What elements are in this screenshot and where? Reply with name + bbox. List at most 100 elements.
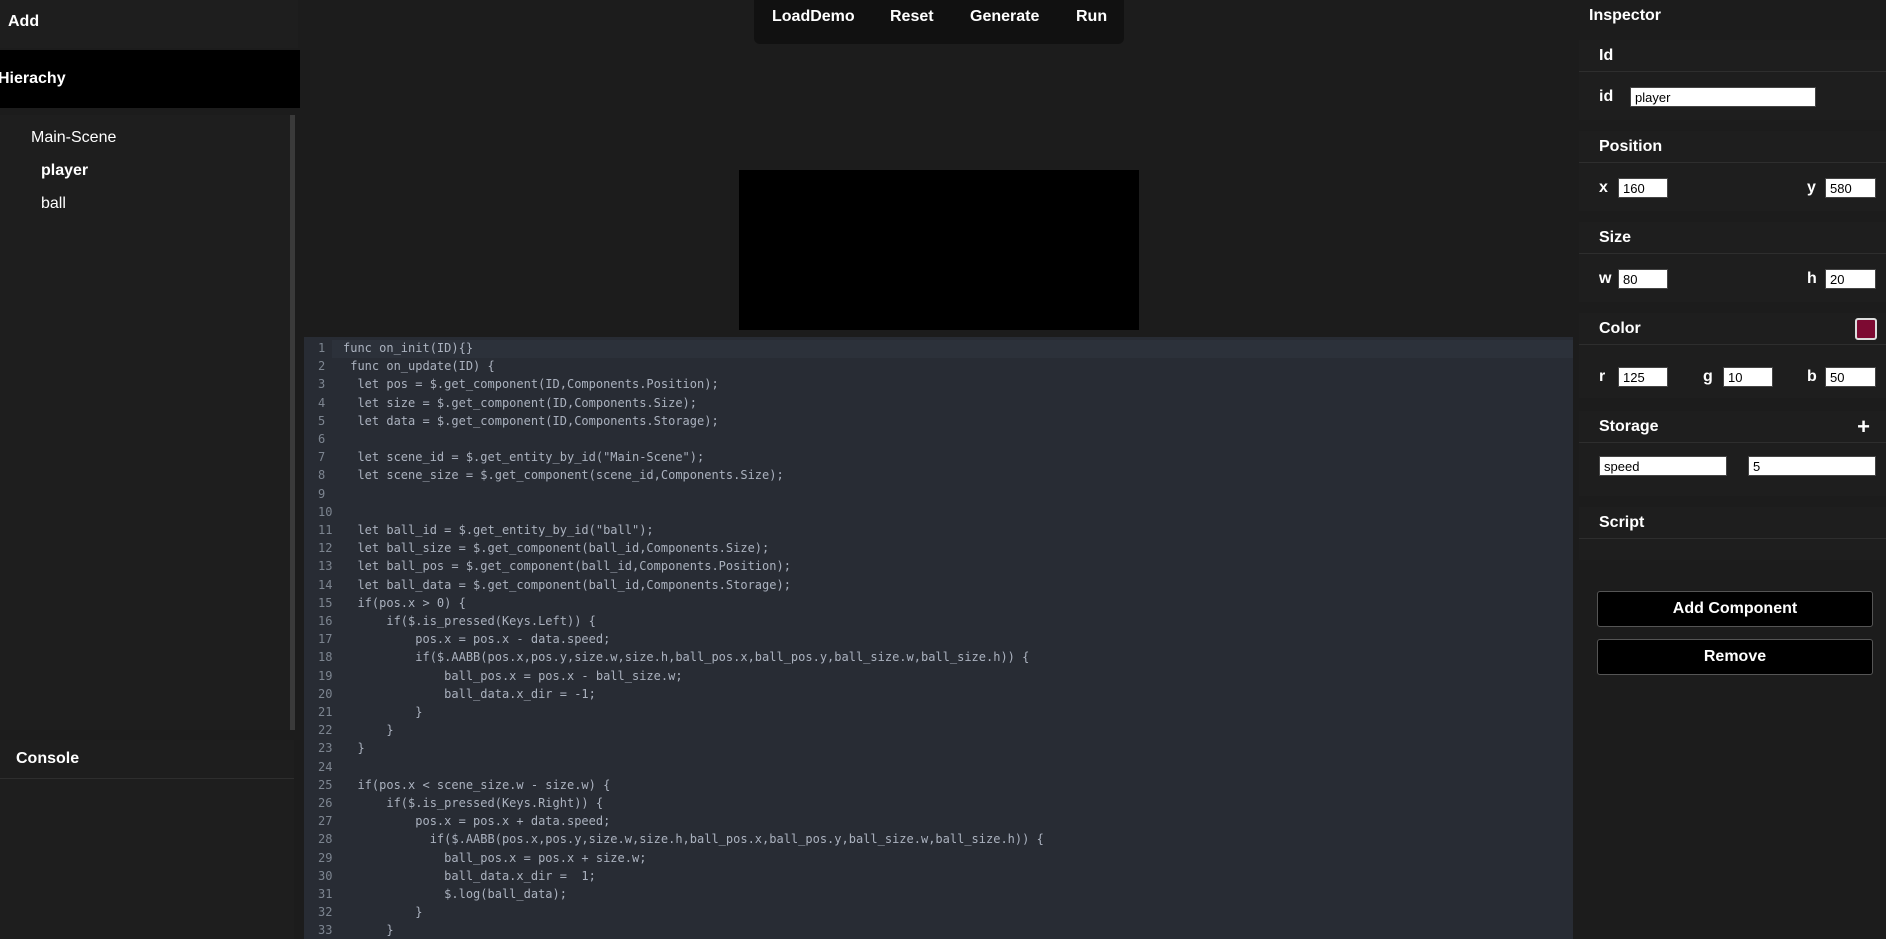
remove-button[interactable]: Remove xyxy=(1597,639,1873,675)
id-section-header: Id xyxy=(1579,40,1886,72)
code-line[interactable]: let data = $.get_component(ID,Components… xyxy=(343,414,718,428)
line-number: 14 xyxy=(318,577,333,592)
position-x-input[interactable] xyxy=(1618,178,1668,198)
tree-item-player[interactable]: player xyxy=(41,162,88,180)
color-g-input[interactable] xyxy=(1723,367,1773,387)
code-line[interactable]: ball_data.x_dir = -1; xyxy=(343,687,596,701)
code-line[interactable]: ball_pos.x = pos.x + size.w; xyxy=(343,851,646,865)
load-demo-button[interactable]: LoadDemo xyxy=(772,8,855,26)
hierarchy-header: Hierachy xyxy=(0,50,300,108)
storage-section: Storage + xyxy=(1579,411,1886,496)
code-line[interactable]: } xyxy=(343,741,364,755)
position-section: Position x y xyxy=(1579,131,1886,211)
line-number: 21 xyxy=(318,705,333,719)
code-line[interactable]: } xyxy=(343,923,393,937)
line-number: 23 xyxy=(318,741,333,756)
console-header: Console xyxy=(0,740,294,779)
code-line[interactable]: let ball_id = $.get_entity_by_id("ball")… xyxy=(343,523,653,537)
line-number: 24 xyxy=(318,759,333,774)
code-line[interactable]: func on_update(ID) { xyxy=(343,359,495,373)
id-label: id xyxy=(1599,88,1614,105)
tree-item-main-scene[interactable]: Main-Scene xyxy=(31,129,116,147)
line-number: 20 xyxy=(318,686,333,701)
storage-key-input[interactable] xyxy=(1599,456,1727,476)
id-section: Id id xyxy=(1579,40,1886,120)
tree-item-ball[interactable]: ball xyxy=(41,195,66,213)
storage-value-input[interactable] xyxy=(1748,456,1876,476)
w-label: w xyxy=(1599,270,1612,287)
line-number: 28 xyxy=(318,832,333,847)
line-number: 9 xyxy=(318,486,326,501)
id-input[interactable] xyxy=(1630,87,1816,107)
toolbar: LoadDemo Reset Generate Run xyxy=(754,0,1124,44)
code-line[interactable]: $.log(ball_data); xyxy=(343,887,567,901)
script-section-title: Script xyxy=(1599,514,1645,531)
reset-button[interactable]: Reset xyxy=(890,8,934,26)
line-number: 16 xyxy=(318,614,333,628)
script-section-header: Script xyxy=(1579,507,1886,539)
line-number: 2 xyxy=(318,359,326,374)
size-section-header: Size xyxy=(1579,222,1886,254)
add-title[interactable]: Add xyxy=(8,13,39,31)
line-number: 33 xyxy=(318,923,333,938)
inspector-panel: Inspector Id id Position x y Size w h Co… xyxy=(1576,0,1886,939)
line-number: 7 xyxy=(318,450,326,465)
code-line[interactable]: if($.is_pressed(Keys.Right)) { xyxy=(343,796,603,810)
line-number: 4 xyxy=(318,395,326,410)
code-line[interactable]: let size = $.get_component(ID,Components… xyxy=(343,396,697,410)
size-w-input[interactable] xyxy=(1618,269,1668,289)
line-number: 12 xyxy=(318,541,333,556)
code-line[interactable]: let pos = $.get_component(ID,Components.… xyxy=(343,377,718,391)
code-line[interactable]: if($.is_pressed(Keys.Left)) { xyxy=(343,614,596,628)
code-line[interactable]: if($.AABB(pos.x,pos.y,size.w,size.h,ball… xyxy=(343,832,1044,846)
hierarchy-scrollbar[interactable] xyxy=(290,115,295,730)
generate-button[interactable]: Generate xyxy=(970,8,1039,26)
size-h-input[interactable] xyxy=(1825,269,1876,289)
console-title: Console xyxy=(16,750,80,767)
position-y-input[interactable] xyxy=(1825,178,1876,198)
code-line[interactable]: if(pos.x > 0) { xyxy=(343,596,465,610)
code-line[interactable]: pos.x = pos.x - data.speed; xyxy=(343,632,610,646)
code-line[interactable]: if(pos.x < scene_size.w - size.w) { xyxy=(343,778,610,792)
b-label: b xyxy=(1807,368,1817,385)
g-label: g xyxy=(1703,368,1713,385)
position-section-header: Position xyxy=(1579,131,1886,163)
code-line[interactable]: } xyxy=(343,723,393,737)
line-number: 30 xyxy=(318,868,333,883)
code-line[interactable]: } xyxy=(343,905,422,919)
line-number: 10 xyxy=(318,504,333,519)
run-button[interactable]: Run xyxy=(1076,8,1107,26)
line-number: 26 xyxy=(318,796,333,810)
storage-section-title: Storage xyxy=(1599,418,1659,435)
line-number: 6 xyxy=(318,432,326,446)
code-line[interactable]: func on_init(ID){} xyxy=(343,341,473,355)
line-number: 17 xyxy=(318,632,333,647)
add-storage-button[interactable]: + xyxy=(1857,414,1870,440)
color-swatch[interactable] xyxy=(1855,318,1877,340)
position-section-title: Position xyxy=(1599,138,1663,155)
add-component-button[interactable]: Add Component xyxy=(1597,591,1873,627)
color-section: Color r g b xyxy=(1579,313,1886,398)
code-line[interactable]: let scene_id = $.get_entity_by_id("Main-… xyxy=(343,450,704,464)
code-editor[interactable]: 1 func on_init(ID){} 2 func on_update(ID) … xyxy=(304,337,1573,939)
code-line[interactable]: let ball_pos = $.get_component(ball_id,C… xyxy=(343,559,791,573)
console-panel: Console xyxy=(0,740,294,939)
code-line[interactable]: let scene_size = $.get_component(scene_i… xyxy=(343,468,783,482)
storage-section-header: Storage + xyxy=(1579,411,1886,443)
color-b-input[interactable] xyxy=(1825,367,1876,387)
r-label: r xyxy=(1599,368,1606,385)
code-line[interactable]: pos.x = pos.x + data.speed; xyxy=(343,814,610,828)
code-line[interactable]: ball_pos.x = pos.x - ball_size.w; xyxy=(343,669,682,683)
color-r-input[interactable] xyxy=(1618,367,1668,387)
code-line[interactable]: if($.AABB(pos.x,pos.y,size.w,size.h,ball… xyxy=(343,650,1029,664)
code-line[interactable]: let ball_size = $.get_component(ball_id,… xyxy=(343,541,769,555)
game-canvas[interactable] xyxy=(739,170,1139,330)
code-line[interactable]: ball_data.x_dir = 1; xyxy=(343,869,596,883)
inspector-title: Inspector xyxy=(1589,7,1662,24)
line-number: 32 xyxy=(318,905,333,920)
code-line[interactable]: let ball_data = $.get_component(ball_id,… xyxy=(343,578,791,592)
h-label: h xyxy=(1807,270,1817,287)
add-panel: Add xyxy=(0,0,298,48)
active-line-highlight xyxy=(332,340,1573,358)
code-line[interactable]: } xyxy=(343,705,422,719)
